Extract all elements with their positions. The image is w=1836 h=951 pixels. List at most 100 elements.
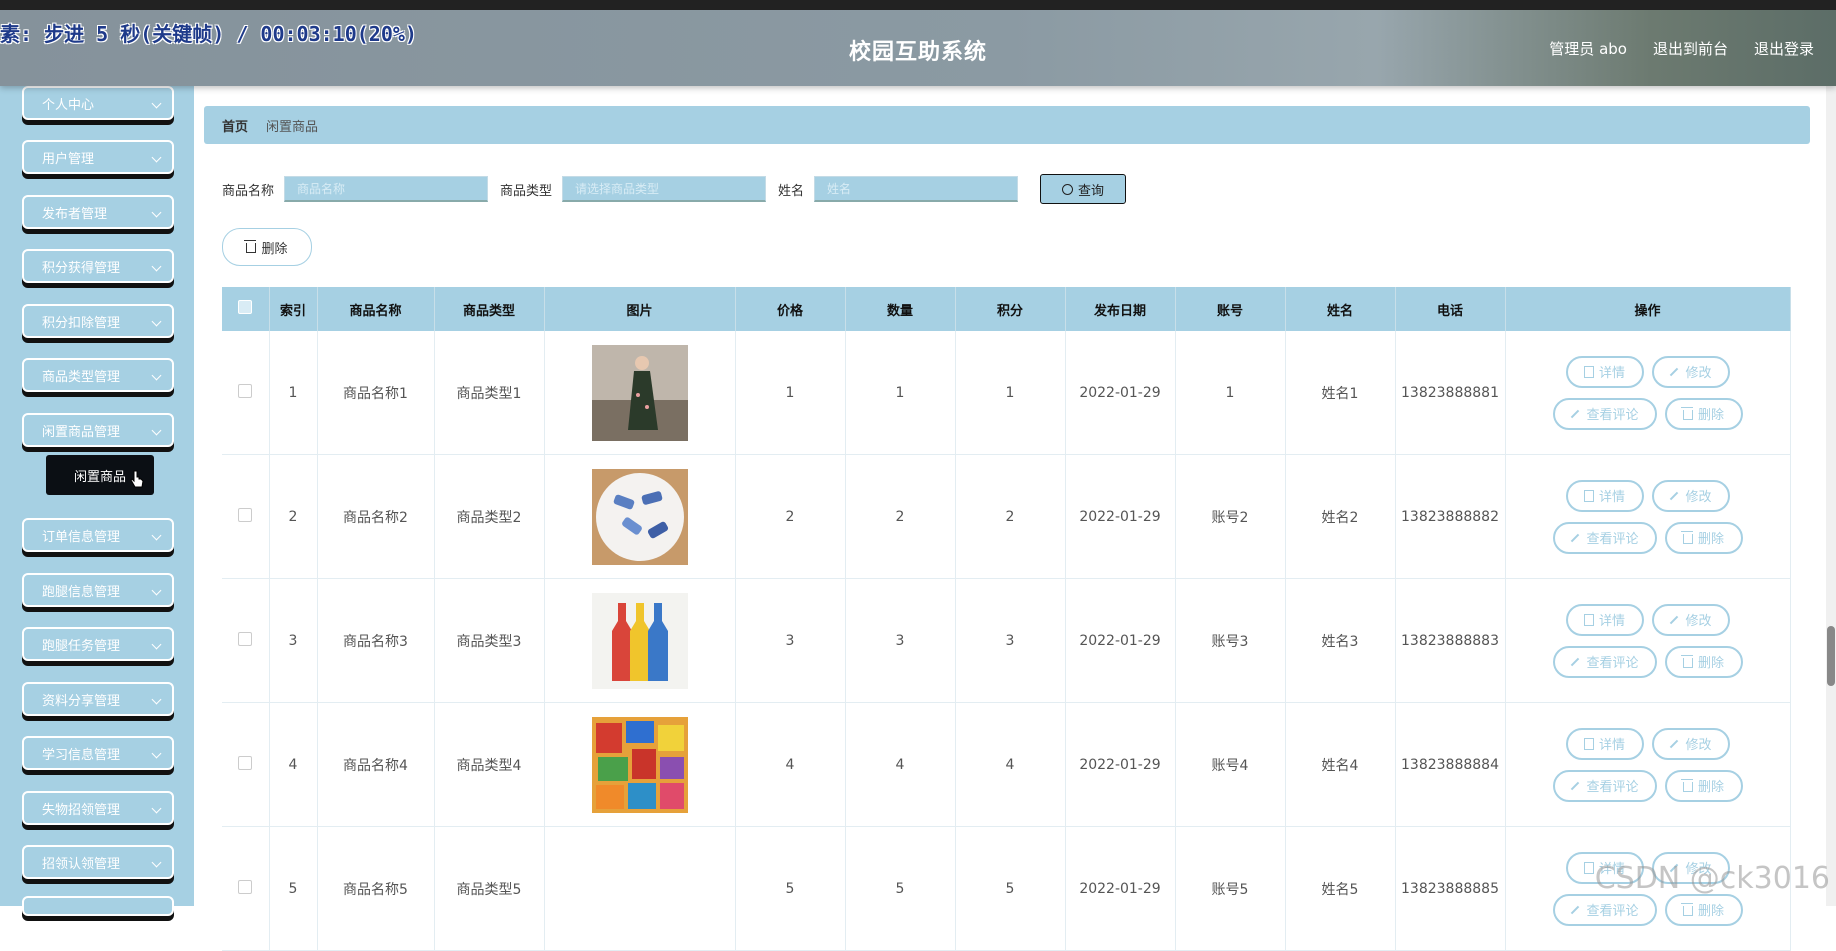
cell-image [544,331,736,455]
top-strip [0,0,1836,10]
col-header: 价格 [735,287,846,331]
trash-icon [1680,406,1693,420]
view-reviews-button[interactable]: 查看评论 [1552,769,1657,802]
person-input[interactable]: 姓名 [814,176,1019,202]
scrollbar-thumb[interactable] [1827,626,1835,686]
chevron-down-icon [151,316,162,327]
cell-index: 5 [269,826,318,951]
trash-icon [1680,530,1693,544]
delete-row-button[interactable]: 删除 [1664,397,1743,430]
cell-phone: 13823888885 [1395,826,1506,951]
detail-button[interactable]: 详情 [1565,355,1644,388]
delete-row-button[interactable]: 删除 [1664,645,1743,678]
document-icon [1583,613,1594,626]
sidebar-item-idle-goods[interactable]: 闲置商品管理 [22,413,174,447]
sidebar-item-points-deducted[interactable]: 积分扣除管理 [22,304,174,338]
chevron-down-icon [151,585,162,596]
select-all-checkbox[interactable] [238,300,253,314]
col-header: 索引 [269,287,318,331]
view-reviews-button[interactable]: 查看评论 [1552,645,1657,678]
sidebar-item-profile[interactable]: 个人中心 [22,86,174,120]
main-content: 首页 闲置商品 商品名称 商品名称 商品类型 请选择商品类型 姓名 姓名 查询 … [194,86,1836,951]
cell-qty: 2 [845,454,956,579]
edit-icon [1571,409,1580,418]
edit-button[interactable]: 修改 [1651,479,1730,512]
cell-actions: 详情 修改 查看评论 删除 [1505,331,1791,455]
table-header-row: 索引 商品名称 商品类型 图片 价格 数量 积分 发布日期 账号 姓名 电话 操… [222,287,1791,331]
detail-button[interactable]: 详情 [1565,727,1644,760]
sidebar-item-claims[interactable]: 招领认领管理 [22,845,174,879]
view-reviews-button[interactable]: 查看评论 [1552,521,1657,554]
bulk-delete-button[interactable]: 删除 [222,228,312,266]
query-button[interactable]: 查询 [1040,174,1127,204]
cell-qty: 5 [845,826,956,951]
cell-price: 5 [735,826,846,951]
sidebar-item-resource-share[interactable]: 资料分享管理 [22,682,174,716]
cell-name: 商品名称4 [317,702,435,827]
breadcrumb-home[interactable]: 首页 [222,116,248,135]
sidebar-item-product-types[interactable]: 商品类型管理 [22,358,174,392]
detail-button[interactable]: 详情 [1565,479,1644,512]
logout-link[interactable]: 退出登录 [1754,38,1814,59]
cell-qty: 4 [845,702,956,827]
sidebar-item-more[interactable] [22,896,174,916]
user-label: 管理员 abo [1549,40,1627,58]
edit-icon [1571,781,1580,790]
sidebar-item-publishers[interactable]: 发布者管理 [22,195,174,229]
row-checkbox[interactable] [238,383,253,398]
watermark: CSDN @ck3016 [1594,861,1830,896]
view-reviews-button[interactable]: 查看评论 [1552,397,1657,430]
breadcrumb-current: 闲置商品 [266,119,319,135]
view-reviews-button[interactable]: 查看评论 [1552,893,1657,926]
person-label: 姓名 [778,183,805,199]
delete-row-button[interactable]: 删除 [1664,521,1743,554]
sidebar-item-points-earned[interactable]: 积分获得管理 [22,249,174,283]
cell-points: 3 [955,578,1066,703]
page-scrollbar[interactable] [1826,86,1836,906]
sidebar-item-users[interactable]: 用户管理 [22,140,174,174]
chevron-down-icon [151,370,162,381]
document-icon [1583,365,1594,378]
sidebar-item-errand-info[interactable]: 跑腿信息管理 [22,573,174,607]
edit-button[interactable]: 修改 [1651,727,1730,760]
sidebar-item-lost-found[interactable]: 失物招领管理 [22,791,174,825]
row-checkbox[interactable] [238,879,253,894]
cell-date: 2022-01-29 [1065,826,1176,951]
cell-index: 4 [269,702,318,827]
cell-date: 2022-01-29 [1065,454,1176,579]
cell-actions: 详情 修改 查看评论 删除 [1505,702,1791,827]
row-checkbox[interactable] [238,755,253,770]
detail-button[interactable]: 详情 [1565,603,1644,636]
chevron-down-icon [151,857,162,868]
cell-name: 商品名称2 [317,454,435,579]
edit-icon [1670,491,1679,500]
edit-button[interactable]: 修改 [1651,355,1730,388]
col-header: 账号 [1175,287,1286,331]
cell-person: 姓名1 [1285,331,1396,455]
cell-image [544,826,736,951]
row-checkbox[interactable] [238,507,253,522]
cell-price: 2 [735,454,846,579]
sidebar-item-study-info[interactable]: 学习信息管理 [22,736,174,770]
cell-actions: 详情 修改 查看评论 删除 [1505,578,1791,703]
sidebar-item-orders[interactable]: 订单信息管理 [22,518,174,552]
delete-row-button[interactable]: 删除 [1664,893,1743,926]
col-header: 数量 [845,287,956,331]
name-input[interactable]: 商品名称 [284,176,489,202]
cell-account: 账号2 [1175,454,1286,579]
product-image-dress [591,344,688,441]
edit-button[interactable]: 修改 [1651,603,1730,636]
front-link[interactable]: 退出到前台 [1653,38,1728,59]
chevron-down-icon [151,261,162,272]
col-header: 图片 [544,287,736,331]
col-header: 商品名称 [317,287,435,331]
sidebar-item-errand-tasks[interactable]: 跑腿任务管理 [22,627,174,661]
delete-row-button[interactable]: 删除 [1664,769,1743,802]
table-row: 2 商品名称2 商品类型2 2 2 2 2022-01-29 账号2 姓名2 1… [222,454,1791,579]
col-header: 发布日期 [1065,287,1176,331]
cell-account: 账号4 [1175,702,1286,827]
hand-cursor-icon [130,470,144,488]
type-select[interactable]: 请选择商品类型 [562,176,767,202]
row-checkbox[interactable] [238,631,253,646]
chevron-down-icon [151,748,162,759]
